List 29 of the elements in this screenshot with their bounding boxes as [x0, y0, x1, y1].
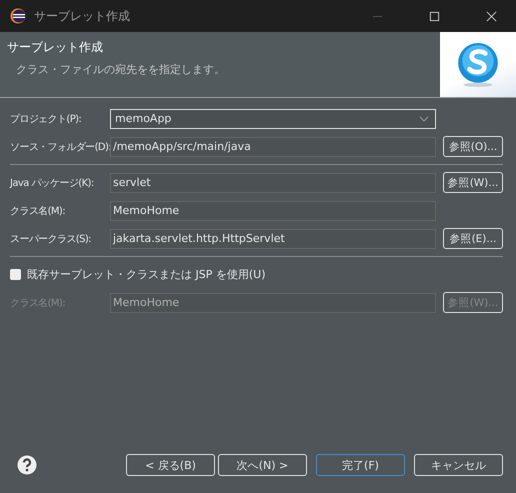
browse-button[interactable]: 参照(W)...	[443, 172, 503, 193]
dialog-button[interactable]: 次へ(N) >	[218, 454, 307, 476]
window-title: サーブレット作成	[34, 8, 130, 24]
field-label: ソース・フォルダー(D):	[10, 140, 110, 154]
dialog-button[interactable]: 完了(F)	[316, 454, 405, 476]
maximize-icon[interactable]	[429, 10, 440, 22]
page-title: サーブレット作成	[7, 39, 104, 56]
browse-button[interactable]: 参照(O)...	[443, 136, 503, 157]
input-field[interactable]: MemoHome	[110, 200, 436, 220]
dialog-button[interactable]: キャンセル	[414, 454, 503, 476]
help-icon[interactable]	[17, 455, 37, 475]
input-field[interactable]: jakarta.servlet.http.HttpServlet	[110, 228, 436, 248]
app-icon	[10, 8, 26, 24]
page-description: クラス・ファイルの宛先をを指定します。	[15, 62, 226, 77]
input-field[interactable]: servlet	[110, 172, 436, 192]
field-label: クラス名(M):	[10, 204, 66, 218]
field-label: スーパークラス(S):	[10, 232, 92, 246]
field-label: クラス名(M):	[10, 296, 66, 310]
servlet-logo-icon	[457, 42, 499, 88]
project-dropdown[interactable]: memoApp	[110, 108, 436, 128]
checkbox[interactable]	[10, 269, 21, 280]
chevron-down-icon	[419, 116, 429, 122]
dialog-button[interactable]: < 戻る(B)	[126, 454, 215, 476]
browse-button[interactable]: 参照(E)...	[443, 228, 503, 249]
input-field[interactable]: /memoApp/src/main/java	[110, 136, 436, 156]
checkbox-label: 既存サーブレット・クラスまたは JSP を使用(U)	[27, 267, 266, 282]
field-label: Java パッケージ(K):	[10, 176, 95, 190]
field-label: プロジェクト(P):	[10, 112, 82, 126]
close-icon[interactable]	[486, 10, 497, 22]
